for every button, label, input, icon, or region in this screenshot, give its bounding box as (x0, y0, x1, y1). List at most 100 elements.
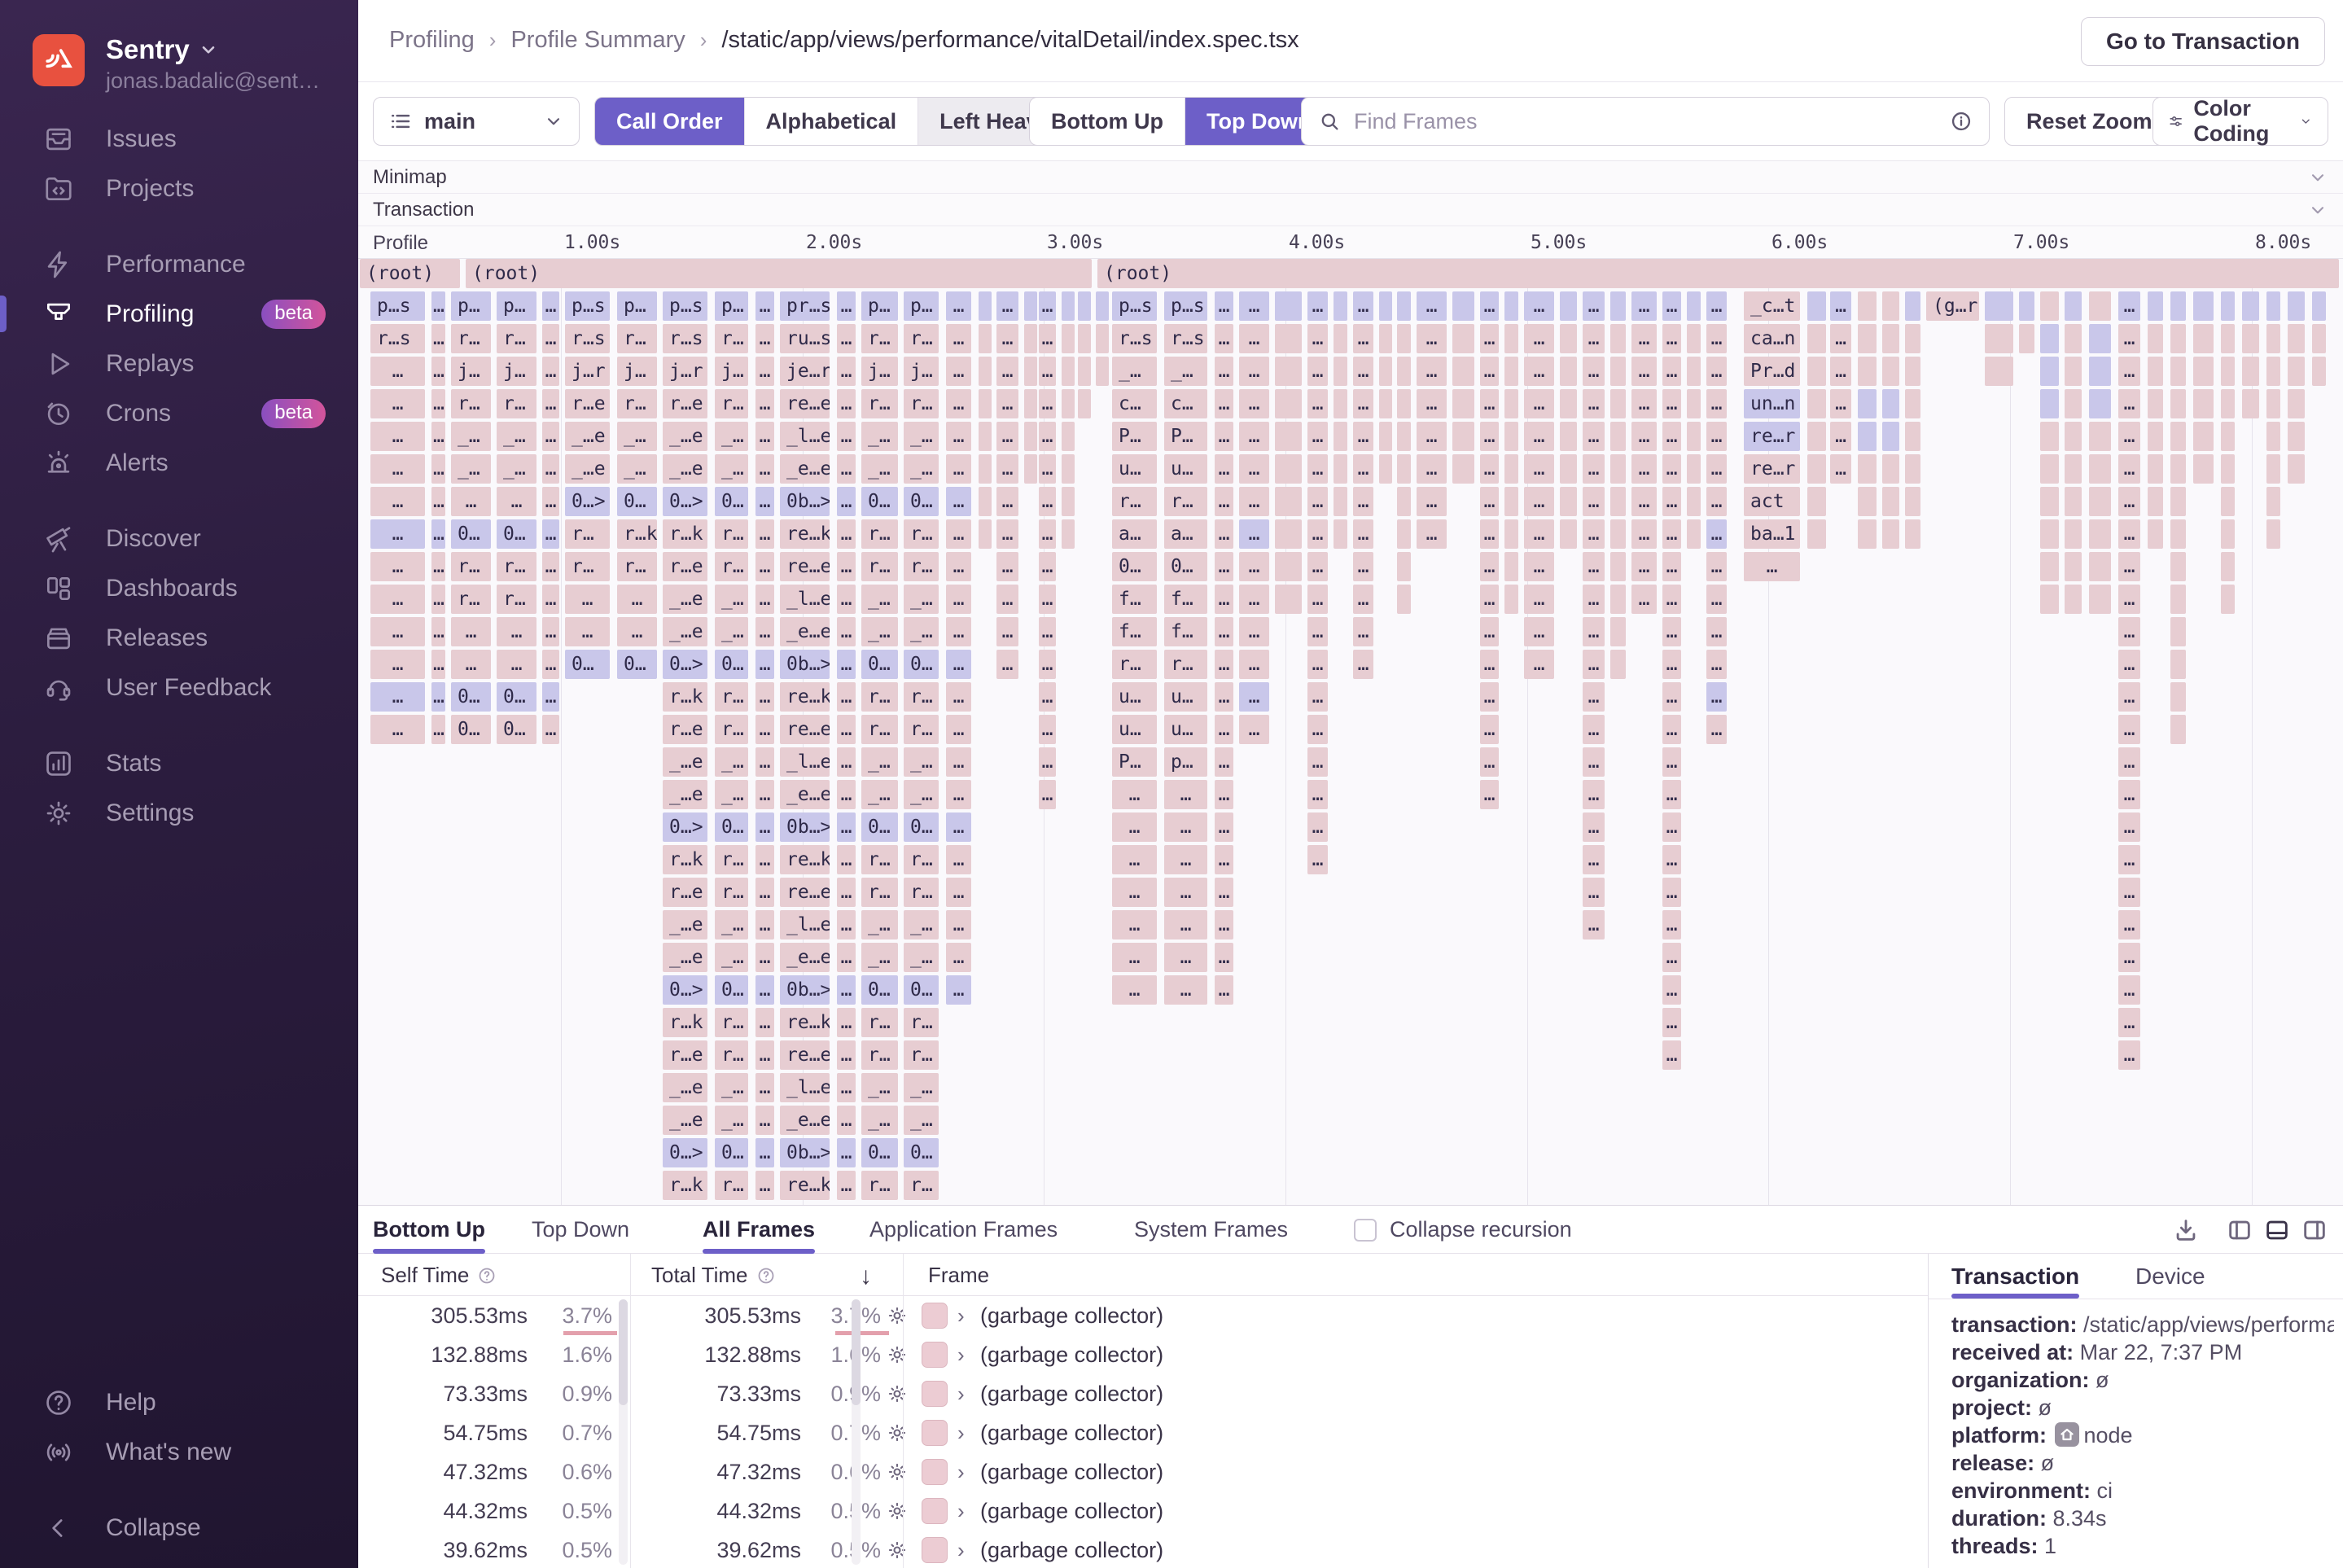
flamegraph-frame[interactable] (2148, 487, 2163, 516)
flamegraph-frame[interactable]: … (1417, 454, 1447, 484)
flamegraph-frame[interactable]: … (1239, 617, 1269, 646)
flamegraph-frame[interactable] (1504, 454, 1518, 484)
flamegraph-frame[interactable]: … (1524, 487, 1554, 516)
flamegraph-frame[interactable]: … (1662, 910, 1681, 939)
flamegraph-frame[interactable]: … (1583, 357, 1605, 386)
flamegraph-frame[interactable]: 0… (617, 650, 657, 679)
flamegraph-frame[interactable]: _… (715, 1073, 748, 1102)
flamegraph-frame[interactable] (1078, 291, 1091, 321)
flamegraph-root-frame[interactable]: (root) (360, 259, 460, 288)
flamegraph-frame[interactable]: j…r (565, 357, 610, 386)
flamegraph-frame[interactable]: … (996, 650, 1018, 679)
flamegraph-frame[interactable]: … (542, 324, 559, 353)
flamegraph-frame[interactable]: … (755, 1008, 774, 1037)
flamegraph-frame[interactable] (1096, 357, 1109, 386)
flamegraph-frame[interactable] (2170, 389, 2186, 418)
flamegraph-frame[interactable]: … (755, 975, 774, 1005)
flamegraph-frame[interactable]: … (946, 357, 971, 386)
flamegraph-frame[interactable] (2242, 291, 2259, 321)
flamegraph-frame[interactable]: … (1744, 552, 1800, 581)
flamegraph-frame[interactable]: … (1353, 291, 1373, 321)
flamegraph-frame[interactable]: … (996, 454, 1018, 484)
flamegraph-frame[interactable] (1024, 324, 1037, 353)
flamegraph-frame[interactable]: p…s (1164, 291, 1207, 321)
flamegraph-frame[interactable]: … (1039, 357, 1056, 386)
flamegraph-frame[interactable] (1560, 487, 1577, 516)
flamegraph-frame[interactable]: … (1583, 715, 1605, 744)
flamegraph-frame[interactable]: … (1417, 291, 1447, 321)
flamegraph-frame[interactable]: … (1039, 552, 1056, 581)
flamegraph-frame[interactable]: … (1307, 845, 1328, 874)
flamegraph-frame[interactable]: r… (497, 585, 536, 614)
flamegraph-frame[interactable]: r…e (663, 878, 707, 907)
flamegraph-frame[interactable]: _… (904, 617, 939, 646)
flamegraph-frame[interactable] (2221, 487, 2235, 516)
flamegraph-frame[interactable] (1610, 422, 1626, 451)
flamegraph-frame[interactable] (1024, 357, 1037, 386)
flamegraph-frame[interactable]: r… (904, 552, 939, 581)
tab-all-frames[interactable]: All Frames (703, 1206, 815, 1254)
flamegraph-frame[interactable] (1905, 454, 1920, 484)
flamegraph-frame[interactable]: _… (904, 943, 939, 972)
sidebar-item-issues[interactable]: Issues (0, 114, 358, 164)
flamegraph-frame[interactable]: … (1662, 291, 1681, 321)
flamegraph-frame[interactable]: … (755, 682, 774, 712)
flamegraph-frame[interactable]: P… (1112, 747, 1157, 777)
flamegraph-frame[interactable]: … (1631, 519, 1657, 549)
flamegraph-frame[interactable] (2170, 617, 2186, 646)
flamegraph-frame[interactable]: … (431, 715, 445, 744)
flamegraph-frame[interactable]: 0… (904, 487, 939, 516)
flamegraph-frame[interactable]: … (837, 454, 856, 484)
gear-icon[interactable] (886, 1461, 909, 1483)
flamegraph-frame[interactable]: a… (1164, 519, 1207, 549)
flamegraph-frame[interactable] (2089, 422, 2111, 451)
flamegraph-frame[interactable]: … (1583, 780, 1605, 809)
flamegraph-frame[interactable] (1078, 357, 1091, 386)
flamegraph-frame[interactable]: (g…r) (1926, 291, 1979, 321)
segment-call-order[interactable]: Call Order (595, 98, 745, 145)
flamegraph-frame[interactable]: … (2118, 650, 2140, 679)
flamegraph-frame[interactable] (1096, 324, 1109, 353)
flamegraph-frame[interactable]: _… (861, 747, 898, 777)
org-name[interactable]: Sentry (106, 34, 219, 65)
flamegraph-frame[interactable]: re…k (780, 845, 830, 874)
flamegraph-frame[interactable] (1882, 357, 1899, 386)
flamegraph-frame[interactable]: … (755, 1106, 774, 1135)
flamegraph-frame[interactable] (1397, 324, 1411, 353)
flamegraph-frame[interactable]: … (1215, 324, 1233, 353)
flamegraph-frame[interactable]: … (946, 910, 971, 939)
flamegraph-frame[interactable]: … (837, 422, 856, 451)
flamegraph-frame[interactable] (1334, 519, 1347, 549)
flamegraph-frame[interactable]: … (755, 357, 774, 386)
flamegraph-frame[interactable]: … (946, 389, 971, 418)
flamegraph-frame[interactable]: … (1662, 324, 1681, 353)
flamegraph-frame[interactable] (979, 519, 992, 549)
flamegraph-frame[interactable]: r… (617, 324, 657, 353)
flamegraph-frame[interactable] (2170, 715, 2186, 744)
flamegraph-frame[interactable]: _c…t (1744, 291, 1800, 321)
flamegraph-frame[interactable]: … (2118, 617, 2140, 646)
flamegraph-frame[interactable]: … (946, 682, 971, 712)
flamegraph-frame[interactable]: … (837, 519, 856, 549)
flamegraph-frame[interactable]: re…r (1744, 454, 1800, 484)
flamegraph-frame[interactable]: … (755, 291, 774, 321)
flamegraph-frame[interactable] (1687, 389, 1701, 418)
flamegraph-frame[interactable]: … (1417, 487, 1447, 516)
breadcrumb-item[interactable]: Profile Summary (510, 27, 685, 54)
flamegraph-frame[interactable]: … (1706, 552, 1727, 581)
flamegraph-frame[interactable]: r… (715, 1040, 748, 1070)
flamegraph-frame[interactable]: 0… (861, 975, 898, 1005)
flamegraph-frame[interactable]: … (1239, 422, 1269, 451)
flamegraph-frame[interactable]: je…r (780, 357, 830, 386)
flamegraph-frame[interactable]: … (837, 845, 856, 874)
flamegraph-frame[interactable]: 0… (617, 487, 657, 516)
flamegraph-frame[interactable] (979, 389, 992, 418)
flamegraph-frame[interactable]: p… (904, 291, 939, 321)
flamegraph-frame[interactable]: … (2118, 324, 2140, 353)
breadcrumb-item[interactable]: Profiling (389, 27, 475, 54)
flamegraph-frame[interactable] (2089, 389, 2111, 418)
flamegraph-frame[interactable]: … (996, 291, 1018, 321)
flamegraph-frame[interactable]: … (996, 389, 1018, 418)
flamegraph-frame[interactable] (2065, 552, 2082, 581)
flamegraph-frame[interactable]: … (1307, 617, 1328, 646)
